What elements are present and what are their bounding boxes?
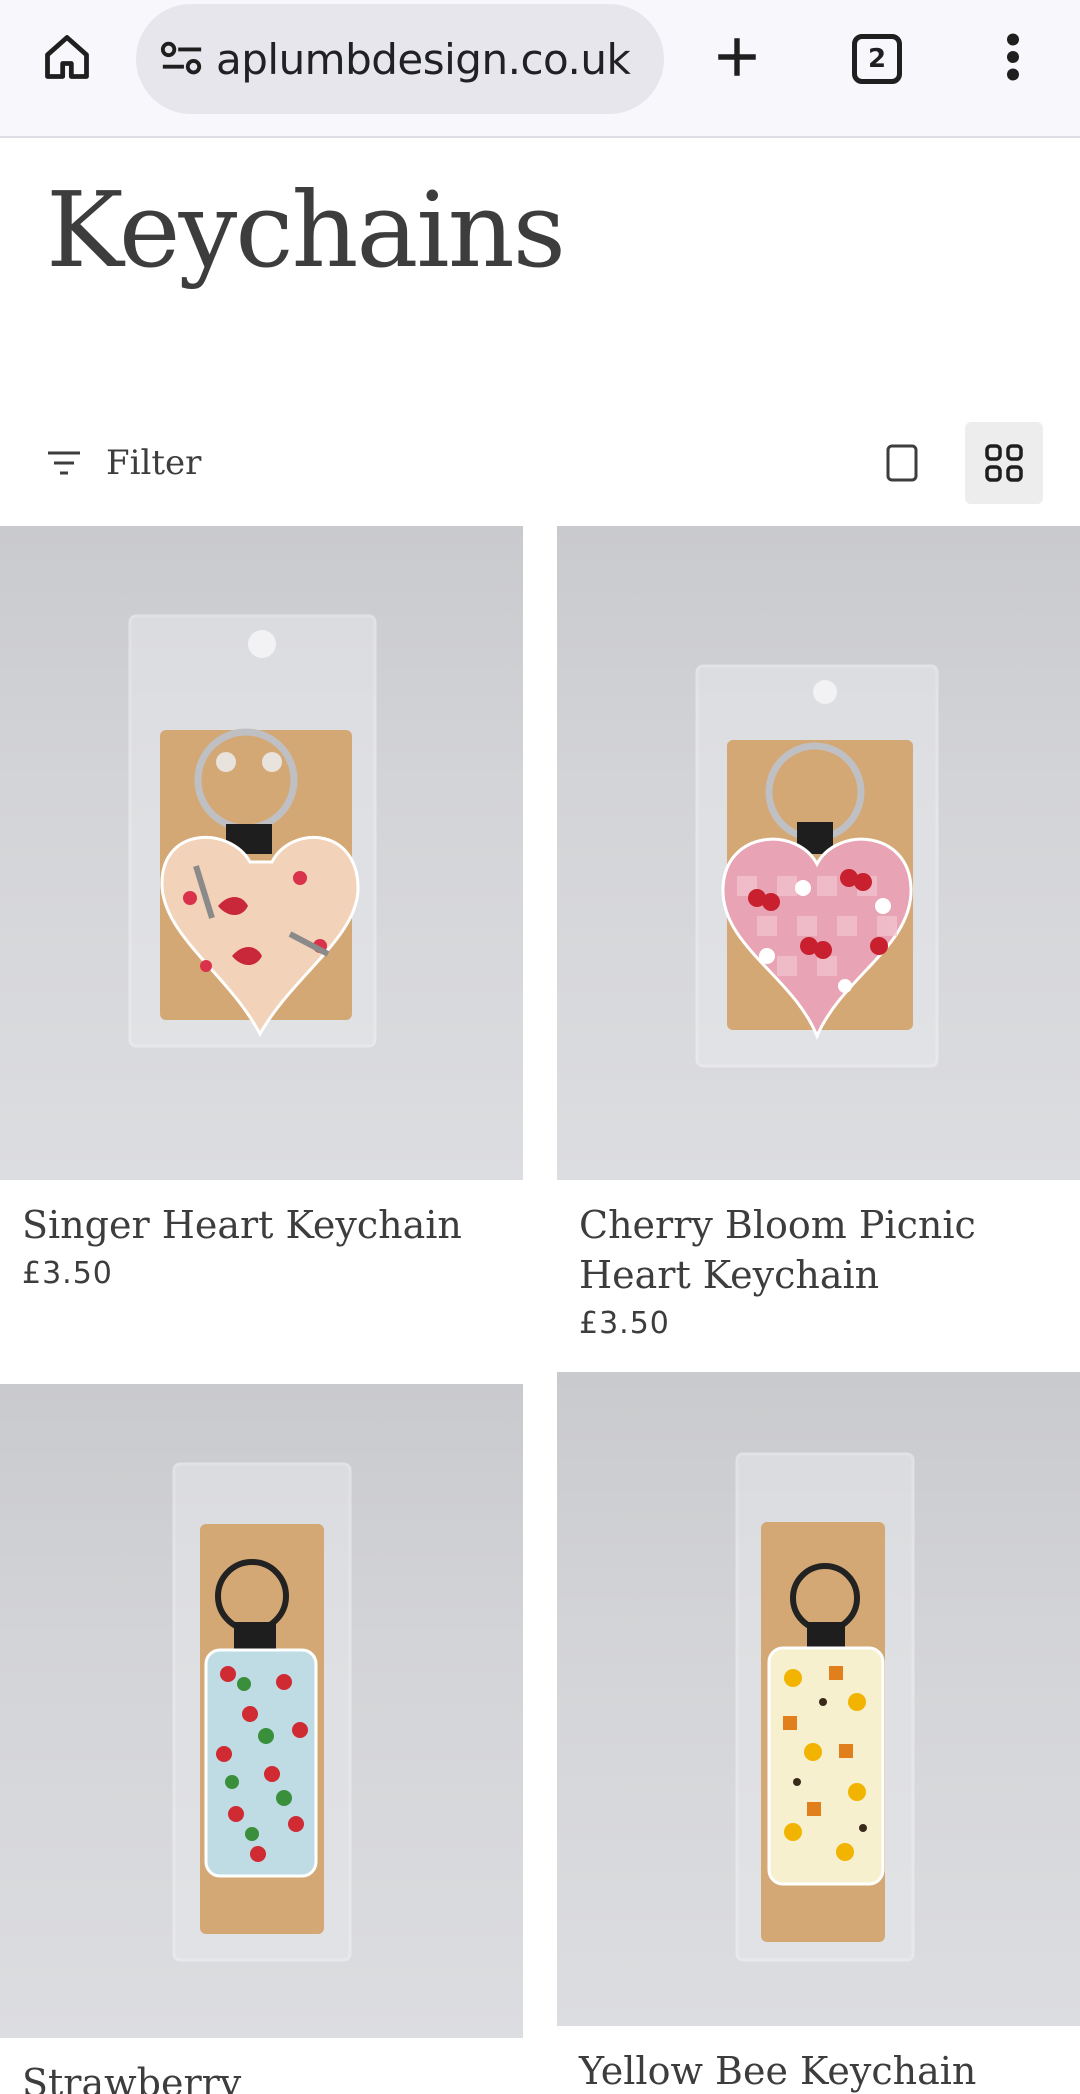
filter-label: Filter [106, 443, 202, 483]
product-price: £3.50 [579, 1306, 670, 1341]
product-card[interactable]: Singer Heart Keychain £3.50 [0, 526, 523, 1291]
new-tab-icon[interactable] [706, 26, 768, 88]
product-price: £3.50 [22, 1256, 113, 1291]
product-name[interactable]: Yellow Bee Keychain [557, 2026, 1080, 2094]
filter-icon [46, 447, 84, 479]
more-menu-icon[interactable] [988, 26, 1038, 88]
page-title: Keychains [46, 169, 566, 291]
browser-toolbar: aplumbdesign.co.uk 2 [0, 0, 1080, 138]
tab-switcher-icon[interactable]: 2 [852, 34, 902, 84]
url-text: aplumbdesign.co.uk [216, 34, 631, 84]
product-name[interactable]: Strawberry [0, 2038, 523, 2094]
single-column-view-icon[interactable] [870, 422, 934, 504]
product-image[interactable] [0, 1384, 523, 2038]
product-name[interactable]: Singer Heart Keychain [0, 1180, 523, 1250]
filter-button[interactable]: Filter [46, 438, 201, 488]
address-bar[interactable]: aplumbdesign.co.uk [136, 4, 664, 114]
product-card[interactable]: Strawberry [0, 1384, 523, 2094]
site-settings-icon[interactable] [152, 29, 212, 89]
home-icon[interactable] [34, 24, 100, 90]
product-name[interactable]: Cherry Bloom Picnic Heart Keychain [557, 1180, 1080, 1300]
product-image[interactable] [0, 526, 523, 1180]
product-card[interactable]: Cherry Bloom Picnic Heart Keychain £3.50 [557, 526, 1080, 1341]
product-image[interactable] [557, 1372, 1080, 2026]
product-card[interactable]: Yellow Bee Keychain [557, 1372, 1080, 2094]
grid-view-icon[interactable] [965, 422, 1043, 504]
product-image[interactable] [557, 526, 1080, 1180]
